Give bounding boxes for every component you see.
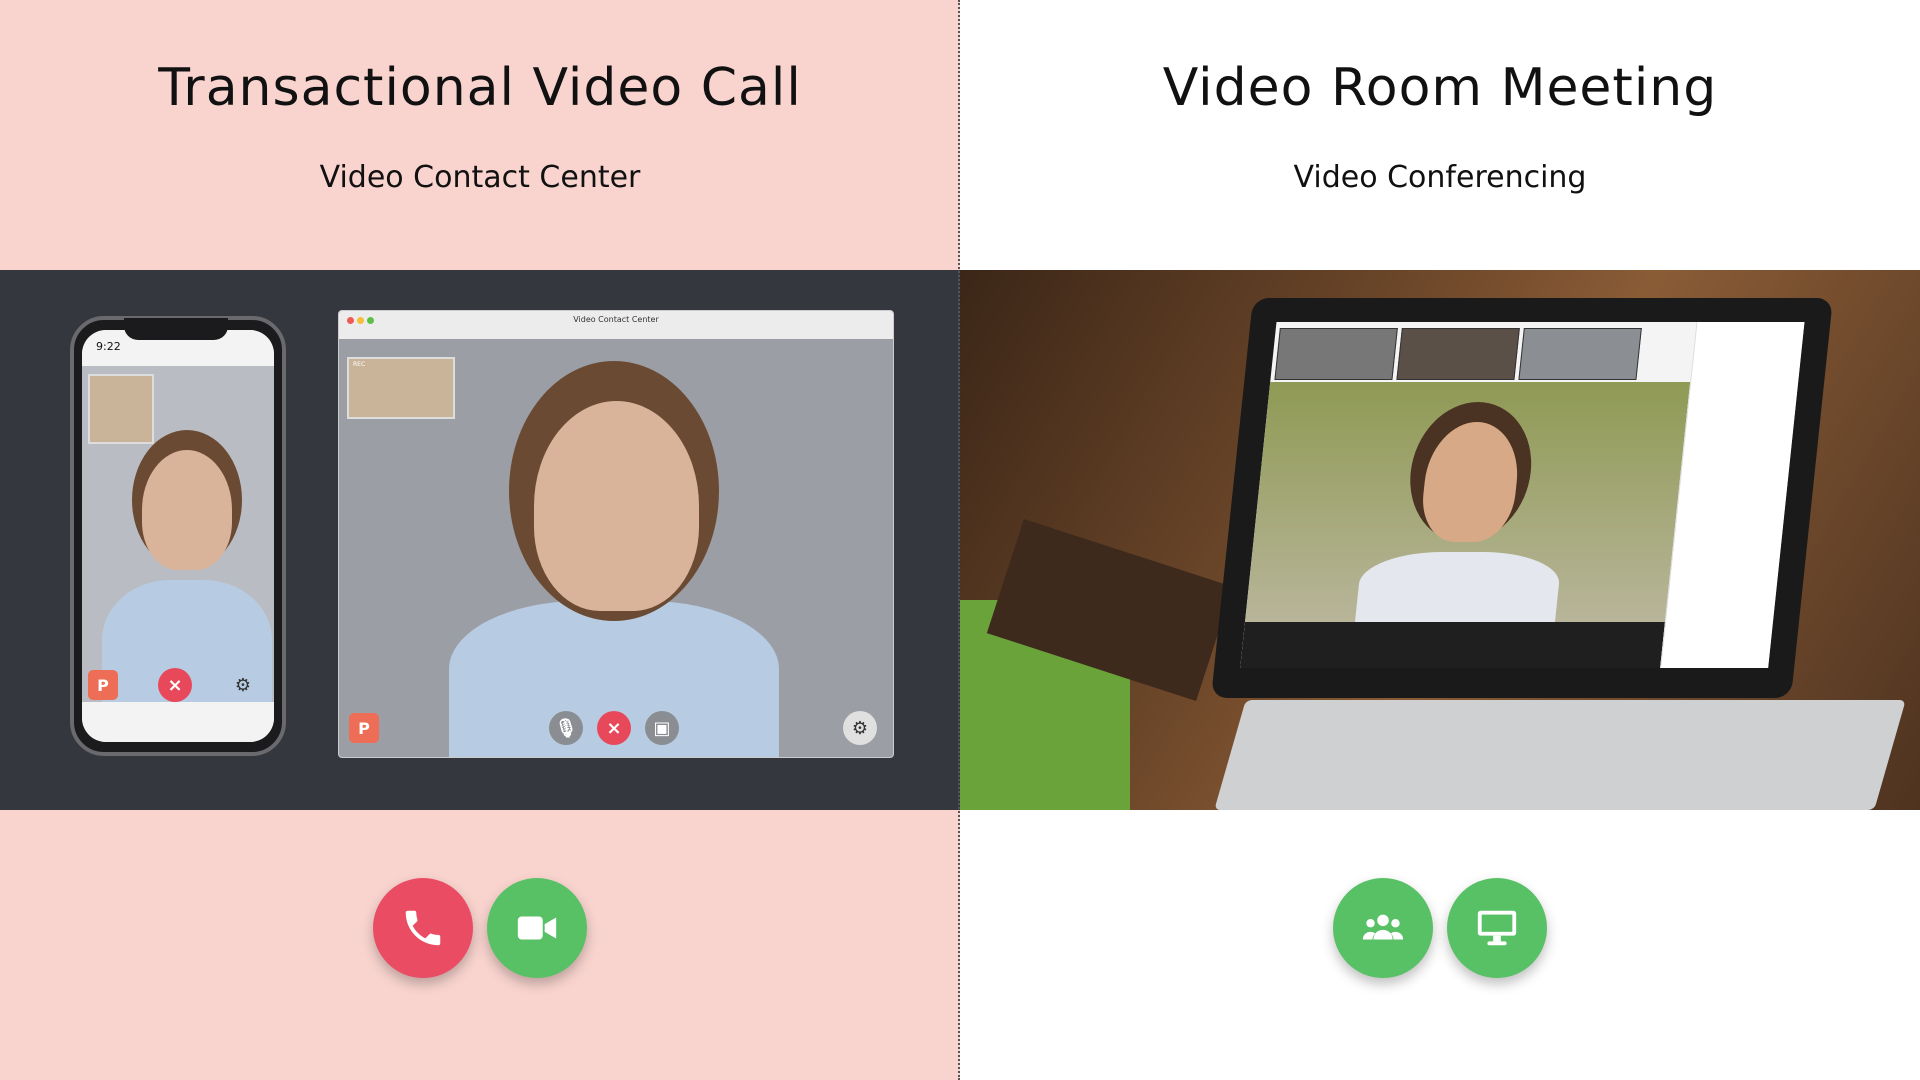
- active-speaker-view: [1244, 382, 1691, 632]
- laptop-keyboard: [1214, 700, 1906, 810]
- center-divider: [958, 0, 960, 1080]
- right-panel: Video Room Meeting Video Conferencing: [960, 0, 1920, 1080]
- right-subtitle: Video Conferencing: [1293, 160, 1587, 195]
- phone-call-button[interactable]: [373, 878, 473, 978]
- desktop-call-window: Video Contact Center REC P 🎙 × ▣ ⚙: [338, 310, 894, 758]
- window-titlebar: Video Contact Center: [339, 311, 893, 339]
- app-logo-icon-desktop: P: [349, 713, 379, 743]
- speaker-shirt: [1353, 552, 1563, 632]
- minimize-dot[interactable]: [357, 317, 364, 324]
- rec-label: REC: [353, 361, 366, 368]
- maximize-dot[interactable]: [367, 317, 374, 324]
- participant-thumb-3: [1518, 328, 1642, 380]
- participant-thumb-1: [1274, 328, 1398, 380]
- group-meeting-button[interactable]: [1333, 878, 1433, 978]
- phone-mockup: 9:22 P × ⚙: [70, 316, 286, 756]
- laptop-screen: [1240, 322, 1805, 668]
- mute-mic-button[interactable]: 🎙: [549, 711, 583, 745]
- self-view-pip-desktop: REC: [347, 357, 455, 419]
- video-camera-icon: [517, 916, 557, 940]
- app-logo-icon: P: [88, 670, 118, 700]
- gear-icon[interactable]: ⚙: [226, 668, 260, 702]
- left-panel: Transactional Video Call Video Contact C…: [0, 0, 960, 1080]
- phone-screen: 9:22 P × ⚙: [82, 330, 274, 742]
- video-conferencing-image: [960, 270, 1920, 810]
- agent-face-large: [534, 401, 699, 611]
- hangup-button-desktop[interactable]: ×: [597, 711, 631, 745]
- close-dot[interactable]: [347, 317, 354, 324]
- phone-icon: [405, 910, 441, 946]
- phone-time: 9:22: [96, 340, 121, 353]
- window-title: Video Contact Center: [573, 315, 659, 324]
- video-contact-center-image: 9:22 P × ⚙ Video Contact Center REC P 🎙 …: [0, 270, 960, 810]
- users-group-icon: [1362, 914, 1404, 940]
- gear-icon-desktop[interactable]: ⚙: [843, 711, 877, 745]
- screen-share-button[interactable]: [1447, 878, 1547, 978]
- left-actions: [0, 878, 960, 978]
- meeting-toolbar: [1240, 622, 1665, 668]
- right-title: Video Room Meeting: [1162, 58, 1718, 118]
- phone-browser-bar: [82, 702, 274, 742]
- hangup-button[interactable]: ×: [158, 668, 192, 702]
- camera-toggle-button[interactable]: ▣: [645, 711, 679, 745]
- participants-chat-sidebar: [1660, 322, 1805, 668]
- phone-notch: [124, 318, 228, 340]
- left-title: Transactional Video Call: [158, 58, 802, 118]
- self-view-pip: [88, 374, 154, 444]
- monitor-icon: [1477, 910, 1517, 946]
- right-actions: [960, 878, 1920, 978]
- laptop: [1210, 298, 1834, 698]
- agent-face: [142, 450, 232, 570]
- left-subtitle: Video Contact Center: [319, 160, 641, 195]
- participant-thumb-2: [1396, 328, 1520, 380]
- video-call-button[interactable]: [487, 878, 587, 978]
